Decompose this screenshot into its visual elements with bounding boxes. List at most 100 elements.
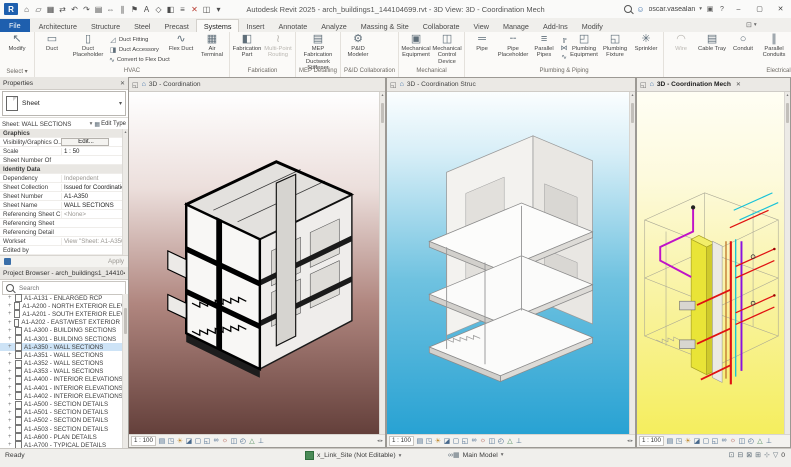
section-icon[interactable]: ◧ [165,5,176,14]
expander-icon[interactable]: + [8,369,13,375]
show-crop-icon[interactable]: ◱ [203,437,211,445]
panel-label-select[interactable]: Select ▾ [0,68,34,77]
tab-annotate[interactable]: Annotate [271,20,314,32]
select-links-icon[interactable]: ⊡ [728,451,734,459]
restore-down-icon[interactable]: ◱ [640,81,647,89]
property-row[interactable]: Referencing Detail [0,228,123,237]
property-row[interactable]: Scale 1 : 50 [0,147,123,156]
sheet-item[interactable]: + A1-A300 - BUILDING SECTIONS [0,326,123,335]
pipe-accessory-button[interactable]: ⋈ [560,44,568,52]
thin-lines-icon[interactable]: ≡ [177,5,188,14]
sheet-item[interactable]: + A1-A200 - NORTH EXTERIOR ELEVATION [0,302,123,311]
default-3d-view-icon[interactable]: ◇ [153,5,164,14]
duct-fitting-button[interactable]: ◿ Duct Fitting [109,35,165,44]
close-button[interactable]: ✕ [772,2,789,16]
undo-icon[interactable]: ↶ [69,5,80,14]
panel-label-mep-detailing[interactable]: MEP Detailing [296,68,340,77]
panel-label-hvac[interactable]: HVAC [35,68,229,77]
shadows-icon[interactable]: ◪ [443,437,451,445]
v-scrollbar[interactable]: ▴ [629,92,635,434]
parallel-pipes-button[interactable]: ≡ Parallel Pipes [529,33,559,59]
reveal-constraints-icon[interactable]: ⊥ [515,437,523,445]
print-icon[interactable]: ▤ [93,5,104,14]
properties-header[interactable]: Properties ✕ [0,77,128,90]
restore-down-icon[interactable]: ◱ [132,81,139,89]
temporary-hide-isolate-icon[interactable]: ∞ [720,437,728,445]
expander-icon[interactable]: + [8,344,13,350]
duct-button[interactable]: ▭ Duct [37,33,67,52]
panel-label-plumbing-piping[interactable]: Plumbing & Piping [465,68,663,77]
sheet-item[interactable]: + A1-A202 - EAST/WEST EXTERIOR ELEVATION… [0,318,123,327]
view-scale[interactable]: 1 : 100 [389,436,414,446]
view-close-icon[interactable]: ✕ [736,81,741,88]
expander-icon[interactable]: + [8,311,12,317]
tab-manage[interactable]: Manage [496,20,536,32]
property-row[interactable]: Visibility/Graphics O... Edit... [0,138,123,147]
temporary-view-properties-icon[interactable]: ◴ [239,437,247,445]
scroll-up-icon[interactable]: ▴ [631,92,633,97]
ribbon-display-toggle[interactable]: ⊡ ▾ [746,21,757,29]
type-selector[interactable]: Sheet ▾ [2,91,126,116]
temporary-view-properties-icon[interactable]: ◴ [747,437,755,445]
view-scale[interactable]: 1 : 100 [639,436,664,446]
pipe-fitting-button[interactable]: ╔ [560,35,568,43]
crop-view-icon[interactable]: ▢ [702,437,710,445]
plumbing-equipment-button[interactable]: ◰ Plumbing Equipment [569,33,599,59]
account-user[interactable]: oscar.vasealan [649,6,696,13]
canvas-coordination-mech[interactable] [637,92,785,434]
property-value[interactable]: Independent [61,174,123,182]
shadows-icon[interactable]: ◪ [693,437,701,445]
sheet-item[interactable]: + A1-A401 - INTERIOR ELEVATIONS [0,384,123,393]
select-underlay-icon[interactable]: ⊟ [737,451,743,459]
panel-label-fabrication[interactable]: Fabrication [230,68,295,77]
property-row[interactable]: Graphics [0,129,123,138]
scroll-up-icon[interactable]: ▴ [786,92,788,97]
scroll-right-icon[interactable]: ▸ [630,438,633,444]
scroll-left-icon[interactable]: ◂ [627,438,630,444]
expander-icon[interactable]: + [8,328,13,334]
save-icon[interactable]: ▦ [45,5,56,14]
switch-windows-icon[interactable]: ◫ [201,5,212,14]
sheet-item[interactable]: + A1-A500 - SECTION DETAILS [0,400,123,409]
temporary-view-properties-icon[interactable]: ◴ [497,437,505,445]
plumbing-fixture-button[interactable]: ◱ Plumbing Fixture [600,33,630,59]
property-row[interactable]: Sheet Number Of [0,156,123,165]
detail-level-icon[interactable]: ▤ [416,437,424,445]
property-row[interactable]: Edited by [0,246,123,255]
sheet-item[interactable]: + A1-A502 - SECTION DETAILS [0,416,123,425]
sheet-item[interactable]: + A1-A402 - INTERIOR ELEVATIONS [0,392,123,401]
sheet-item[interactable]: + A1-A352 - WALL SECTIONS [0,359,123,368]
apply-button[interactable]: Apply [108,258,124,265]
minimize-button[interactable]: – [730,2,747,16]
drag-on-selection-icon[interactable]: ⊹ [764,451,770,459]
select-by-face-icon[interactable]: ⊞ [755,451,761,459]
filter-icon[interactable]: ▽ [773,451,778,459]
panel-label-mechanical[interactable]: Mechanical [399,68,464,77]
sprinkler-button[interactable]: ✳ Sprinkler [631,33,661,52]
convert-to-flex-duct-button[interactable]: ∿ Convert to Flex Duct [109,55,170,64]
scroll-up-icon[interactable]: ▴ [381,92,383,97]
active-link-label[interactable]: x_Link_Site (Not Editable) [317,452,396,459]
customize-qat-icon[interactable]: ▾ [213,5,224,14]
sheet-item[interactable]: + A1-A503 - SECTION DETAILS [0,425,123,434]
mechanical-control-device-button[interactable]: ◫ Mechanical Control Device [432,33,462,65]
expander-icon[interactable]: + [8,410,13,416]
canvas-coordination[interactable] [129,92,380,434]
browser-search-input[interactable] [17,283,122,293]
property-row[interactable]: Referencing Sheet C... <None> [0,210,123,219]
sheet-item[interactable]: + A1-A301 - BUILDING SECTIONS [0,335,123,344]
expander-icon[interactable]: + [8,418,13,424]
show-crop-icon[interactable]: ◱ [711,437,719,445]
view-tab-coordination-struc[interactable]: ◱ ⌂ 3D - Coordination Struc [387,78,635,92]
modify-button[interactable]: ↖ Modify [2,33,32,52]
tab-file[interactable]: File [0,19,30,32]
properties-help-icon[interactable] [4,258,11,265]
project-browser-header[interactable]: Project Browser - arch_buildings1_144104… [0,267,128,280]
properties-close-icon[interactable]: ✕ [120,80,125,87]
sheet-item[interactable]: + A1-A131 - ENLARGED RCP [0,294,123,303]
tab-massing-site[interactable]: Massing & Site [354,20,416,32]
tab-steel[interactable]: Steel [127,20,157,32]
help-icon[interactable]: ? [718,6,726,13]
flex-pipe-button[interactable]: ∿ [560,53,568,61]
tab-precast[interactable]: Precast [158,20,196,32]
